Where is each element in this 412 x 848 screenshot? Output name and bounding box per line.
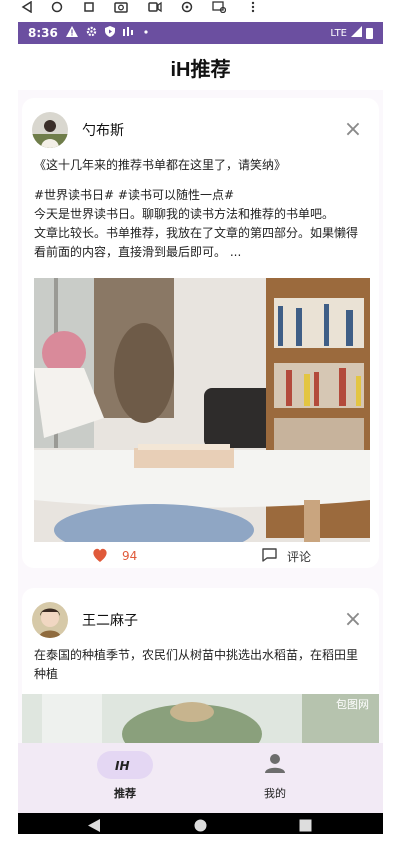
like-count: 94 bbox=[122, 549, 138, 563]
page-title: iH推荐 bbox=[170, 58, 231, 81]
system-nav-bar bbox=[18, 813, 383, 834]
app-bar: iH推荐 bbox=[18, 44, 383, 90]
nav-label-recommend: 推荐 bbox=[114, 787, 136, 800]
avatar[interactable] bbox=[32, 112, 68, 148]
nav-item-mine[interactable]: 我的 bbox=[215, 751, 335, 801]
comment-label: 评论 bbox=[287, 549, 312, 564]
post-header: 王二麻子 × bbox=[32, 600, 369, 640]
overview-icon[interactable] bbox=[80, 0, 98, 14]
battery-icon bbox=[366, 27, 373, 39]
post-image[interactable] bbox=[34, 278, 370, 542]
post-title: 《这十几年来的推荐书单都在这里了，请笑纳》 bbox=[34, 158, 287, 172]
nav-pill-active: IH bbox=[97, 751, 153, 779]
settings-icon[interactable] bbox=[210, 0, 228, 14]
recommend-icon: IH bbox=[115, 756, 135, 775]
status-time: 8:36 bbox=[28, 26, 58, 40]
heart-icon bbox=[92, 548, 108, 565]
gear-icon bbox=[86, 26, 97, 40]
screenshot-icon[interactable] bbox=[112, 0, 130, 14]
more-icon[interactable] bbox=[244, 0, 262, 14]
image-watermark: 包图网 bbox=[336, 698, 369, 711]
close-icon[interactable]: × bbox=[341, 118, 365, 142]
like-button[interactable]: 94 bbox=[92, 548, 137, 565]
nav-overview-icon[interactable] bbox=[299, 817, 312, 834]
avatar[interactable] bbox=[32, 602, 68, 638]
shield-icon bbox=[104, 26, 115, 40]
back-icon[interactable] bbox=[18, 0, 36, 14]
nav-home-icon[interactable] bbox=[194, 817, 207, 834]
post-actions: 94 评论 bbox=[22, 544, 379, 568]
signal-bars-icon bbox=[122, 26, 135, 40]
emulator-toolbar bbox=[0, 0, 412, 22]
nav-back-icon[interactable] bbox=[88, 817, 100, 834]
author-name[interactable]: 勺布斯 bbox=[82, 120, 124, 140]
post-body: #世界读书日# #读书可以随性一点# 今天是世界读书日。聊聊我的读书方法和推荐的… bbox=[34, 188, 359, 259]
status-bar: 8:36 LTE bbox=[18, 22, 383, 44]
nav-label-mine: 我的 bbox=[264, 787, 286, 800]
person-icon bbox=[264, 752, 286, 778]
nav-pill bbox=[247, 751, 303, 779]
post-title: 在泰国的种植季节，农民们从树苗中挑选出水稻苗，在稻田里种植 bbox=[34, 648, 359, 681]
post-card[interactable]: 勺布斯 × 《这十几年来的推荐书单都在这里了，请笑纳》 #世界读书日# #读书可… bbox=[22, 98, 379, 568]
post-header: 勺布斯 × bbox=[32, 110, 369, 150]
author-name[interactable]: 王二麻子 bbox=[82, 610, 138, 630]
warning-icon bbox=[65, 26, 78, 40]
comment-icon bbox=[262, 547, 277, 565]
cell-signal-icon bbox=[351, 26, 362, 40]
comment-button[interactable]: 评论 bbox=[262, 547, 312, 565]
rotate-icon[interactable] bbox=[178, 0, 196, 14]
feed-list[interactable]: 勺布斯 × 《这十几年来的推荐书单都在这里了，请笑纳》 #世界读书日# #读书可… bbox=[18, 90, 383, 743]
bottom-navigation: IH 推荐 我的 bbox=[18, 743, 383, 813]
home-icon[interactable] bbox=[48, 0, 66, 14]
post-card[interactable]: 王二麻子 × 在泰国的种植季节，农民们从树苗中挑选出水稻苗，在稻田里种植 包图网 bbox=[22, 588, 379, 743]
nav-item-recommend[interactable]: IH 推荐 bbox=[65, 751, 185, 801]
device-screen: 8:36 LTE iH推荐 勺布斯 × 《这十几年来的推荐书单都在这里了，请笑纳… bbox=[18, 22, 383, 834]
post-image[interactable]: 包图网 bbox=[22, 694, 379, 743]
close-icon[interactable]: × bbox=[341, 608, 365, 632]
svg-text:IH: IH bbox=[115, 759, 130, 771]
dot-icon bbox=[143, 26, 149, 40]
network-type: LTE bbox=[330, 27, 347, 39]
record-icon[interactable] bbox=[146, 0, 164, 14]
